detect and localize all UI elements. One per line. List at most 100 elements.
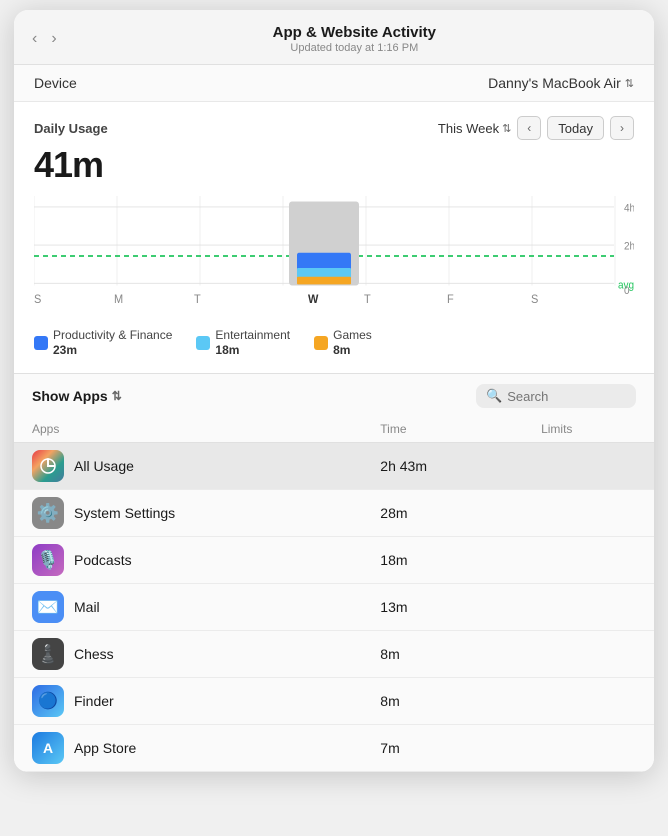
legend-color-entertainment <box>196 336 210 350</box>
device-selector[interactable]: Danny's MacBook Air ⇅ <box>488 75 634 91</box>
svg-text:S: S <box>34 294 42 307</box>
app-time-cell: 18m <box>362 537 523 584</box>
legend-label-productivity: Productivity & Finance <box>53 328 172 342</box>
app-icon: 🎙️ <box>32 544 64 576</box>
app-icon <box>32 450 64 482</box>
apps-table: Apps Time Limits All Usage 2h 43m ⚙️ <box>14 418 654 772</box>
table-row[interactable]: All Usage 2h 43m <box>14 443 654 490</box>
table-row[interactable]: 🔵 Finder 8m <box>14 678 654 725</box>
app-limits-cell <box>523 490 654 537</box>
nav-buttons: ‹ › <box>28 28 61 50</box>
usage-time: 41m <box>34 144 634 186</box>
app-row-name: 🎙️ Podcasts <box>32 544 344 576</box>
legend-time-entertainment: 18m <box>215 343 290 357</box>
svg-text:M: M <box>114 294 123 307</box>
search-input[interactable] <box>507 389 626 404</box>
usage-chart: 4h 2h avg 0 S M T W T F S <box>34 196 634 316</box>
title-bar: ‹ › App & Website Activity Updated today… <box>14 10 654 65</box>
search-box[interactable]: 🔍 <box>476 384 636 408</box>
app-name: System Settings <box>74 505 175 521</box>
app-icon: ✉️ <box>32 591 64 623</box>
main-window: ‹ › App & Website Activity Updated today… <box>14 10 654 772</box>
week-selector-label: This Week <box>438 121 499 136</box>
app-name: Chess <box>74 646 114 662</box>
app-time-cell: 2h 43m <box>362 443 523 490</box>
device-label: Device <box>34 75 77 91</box>
back-button[interactable]: ‹ <box>28 28 41 50</box>
col-time: Time <box>362 418 523 443</box>
today-button[interactable]: Today <box>547 116 604 140</box>
legend-color-games <box>314 336 328 350</box>
table-row[interactable]: 🎙️ Podcasts 18m <box>14 537 654 584</box>
app-name-cell: A App Store <box>14 725 362 772</box>
app-limits-cell <box>523 584 654 631</box>
app-limits-cell <box>523 725 654 772</box>
app-name-cell: 🔵 Finder <box>14 678 362 725</box>
app-name-cell: ♟️ Chess <box>14 631 362 678</box>
app-name-cell: All Usage <box>14 443 362 490</box>
app-limits-cell <box>523 537 654 584</box>
app-name: Finder <box>74 693 114 709</box>
show-apps-label: Show Apps <box>32 388 108 404</box>
week-chevron-icon: ⇅ <box>502 122 511 135</box>
svg-text:0: 0 <box>624 286 630 297</box>
app-icon: ⚙️ <box>32 497 64 529</box>
show-apps-button[interactable]: Show Apps ⇅ <box>32 388 122 404</box>
svg-text:S: S <box>531 294 539 307</box>
app-name: All Usage <box>74 458 134 474</box>
svg-text:T: T <box>194 294 201 307</box>
app-time-cell: 28m <box>362 490 523 537</box>
app-name-cell: ⚙️ System Settings <box>14 490 362 537</box>
legend-item-entertainment: Entertainment 18m <box>196 328 290 357</box>
app-row-name: ✉️ Mail <box>32 591 344 623</box>
device-name: Danny's MacBook Air <box>488 75 621 91</box>
svg-text:F: F <box>447 294 454 307</box>
chart-container: 4h 2h avg 0 S M T W T F S <box>34 196 634 316</box>
app-name: Mail <box>74 599 100 615</box>
app-icon: 🔵 <box>32 685 64 717</box>
device-row: Device Danny's MacBook Air ⇅ <box>14 65 654 102</box>
table-row[interactable]: A App Store 7m <box>14 725 654 772</box>
app-time-cell: 13m <box>362 584 523 631</box>
next-week-button[interactable]: › <box>610 116 634 140</box>
device-chevron-icon: ⇅ <box>625 77 634 90</box>
title-block: App & Website Activity Updated today at … <box>73 24 636 54</box>
prev-week-button[interactable]: ‹ <box>517 116 541 140</box>
app-name-cell: 🎙️ Podcasts <box>14 537 362 584</box>
app-icon: A <box>32 732 64 764</box>
svg-text:W: W <box>308 294 319 307</box>
legend-time-games: 8m <box>333 343 372 357</box>
legend-time-productivity: 23m <box>53 343 172 357</box>
table-row[interactable]: ⚙️ System Settings 28m <box>14 490 654 537</box>
apps-section: Show Apps ⇅ 🔍 Apps Time Limits <box>14 373 654 772</box>
col-limits: Limits <box>523 418 654 443</box>
apps-toolbar: Show Apps ⇅ 🔍 <box>14 374 654 418</box>
table-row[interactable]: ♟️ Chess 8m <box>14 631 654 678</box>
svg-text:T: T <box>364 294 371 307</box>
app-limits-cell <box>523 631 654 678</box>
app-row-name: ⚙️ System Settings <box>32 497 344 529</box>
daily-usage-section: Daily Usage This Week ⇅ ‹ Today › 41m <box>14 102 654 373</box>
legend-color-productivity <box>34 336 48 350</box>
svg-text:2h: 2h <box>624 241 634 252</box>
app-name: Podcasts <box>74 552 132 568</box>
week-selector[interactable]: This Week ⇅ <box>438 121 511 136</box>
search-icon: 🔍 <box>486 388 502 404</box>
app-row-name: ♟️ Chess <box>32 638 344 670</box>
page-title: App & Website Activity <box>73 24 636 41</box>
app-icon: ♟️ <box>32 638 64 670</box>
app-row-name: All Usage <box>32 450 344 482</box>
svg-text:4h: 4h <box>624 203 634 214</box>
legend-label-entertainment: Entertainment <box>215 328 290 342</box>
table-row[interactable]: ✉️ Mail 13m <box>14 584 654 631</box>
legend-item-productivity: Productivity & Finance 23m <box>34 328 172 357</box>
page-subtitle: Updated today at 1:16 PM <box>73 42 636 54</box>
app-limits-cell <box>523 678 654 725</box>
app-row-name: 🔵 Finder <box>32 685 344 717</box>
app-name: App Store <box>74 740 136 756</box>
chart-legend: Productivity & Finance 23m Entertainment… <box>34 328 634 357</box>
daily-usage-label: Daily Usage <box>34 121 108 136</box>
app-limits-cell <box>523 443 654 490</box>
forward-button[interactable]: › <box>47 28 60 50</box>
legend-label-games: Games <box>333 328 372 342</box>
